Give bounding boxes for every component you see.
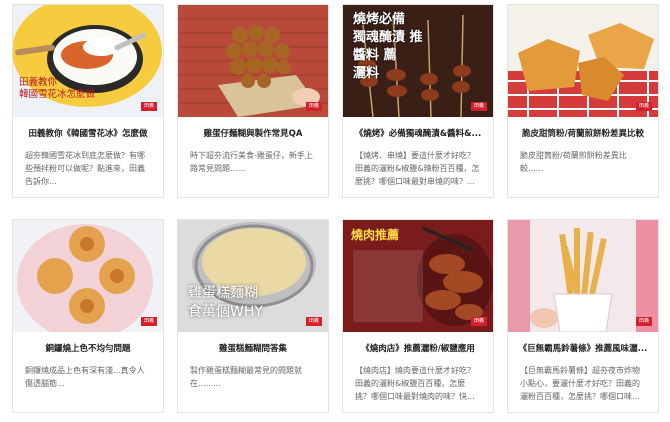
article-card[interactable]: 雞蛋糕麵糊 食萬個WHY 田義 雞蛋糕麵糊問答集 製作雞蛋糕麵糊最常見的問題就在…	[177, 219, 329, 413]
fries-cup-image[interactable]: 田義	[508, 220, 658, 332]
grilled-meat-image[interactable]: 燒肉推薦 田義	[343, 220, 493, 332]
article-title[interactable]: 雞蛋糕麵糊問答集	[178, 332, 328, 362]
article-excerpt: 銅鑼燒成品上色有深有淺...真令人傷透腦筋...	[25, 366, 145, 388]
article-title[interactable]: 雞蛋仔麵糊與製作常見QA	[178, 117, 328, 147]
brand-tag: 田義	[306, 102, 322, 111]
brand-tag: 田義	[471, 102, 487, 111]
article-excerpt: 【燒烤、串燒】要這什麼才好吃？田義的灑粉&椒鹽&辣粉百百種，怎麼挑？哪個口味最對…	[355, 151, 480, 186]
article-excerpt: 脆皮甜筒粉/荷蘭煎餅粉差異比較......	[520, 151, 627, 173]
thumbnail-caption: 田義教你 韓國雪花冰怎麼做	[19, 77, 96, 100]
article-title[interactable]: 田義教你《韓國雪花冰》怎麼做	[13, 117, 163, 147]
article-title[interactable]: 銅鑼燒上色不均勻問題	[13, 332, 163, 362]
article-title[interactable]: 《燒肉店》推薦灑粉/椒鹽應用	[343, 332, 493, 362]
article-excerpt: 超夯韓國雪花冰到底怎麼做？有哪些預拌粉可以做呢？點進來，田義告訴你...	[25, 151, 145, 186]
article-card[interactable]: 燒肉推薦 田義 《燒肉店》推薦灑粉/椒鹽應用 【燒肉店】燒肉要這什麼才好吃？田義…	[342, 219, 494, 413]
article-card[interactable]: 田義 雞蛋仔麵糊與製作常見QA 時下超夯流行美食-雞蛋仔，新手上路常見問題...…	[177, 4, 329, 198]
article-card[interactable]: 田義 脆皮甜筒粉/荷蘭煎餅粉差異比較 脆皮甜筒粉/荷蘭煎餅粉差異比較......	[507, 4, 659, 198]
article-title[interactable]: 《巨無霸馬鈴薯條》推薦風味灑...	[508, 332, 658, 362]
article-excerpt: 製作雞蛋糕麵糊最常見的問題就在.........	[190, 366, 302, 388]
egg-waffle-image[interactable]: 田義	[178, 5, 328, 117]
skewers-image[interactable]: 燒烤必備 獨魂醃漬 推 醬料 薦 灑料 田義	[343, 5, 493, 117]
brand-tag: 田義	[141, 102, 157, 111]
batter-bowl-image[interactable]: 雞蛋糕麵糊 食萬個WHY 田義	[178, 220, 328, 332]
article-excerpt: 【巨無霸馬鈴薯條】超夯夜市炸物小點心，要灑什麼才好吃？田義的灑粉百百種，怎麼挑？…	[520, 366, 640, 401]
article-title[interactable]: 脆皮甜筒粉/荷蘭煎餅粉差異比較	[508, 117, 658, 147]
dorayaki-image[interactable]: 田義	[13, 220, 163, 332]
article-grid: 田義教你 韓國雪花冰怎麼做 田義 田義教你《韓國雪花冰》怎麼做 超夯韓國雪花冰到…	[0, 0, 670, 422]
brand-tag: 田義	[636, 317, 652, 326]
brand-tag: 田義	[141, 317, 157, 326]
thumbnail-caption: 燒烤必備 獨魂醃漬 推 醬料 薦 灑料	[353, 12, 423, 81]
article-title[interactable]: 《燒烤》必備獨魂醃漬&醬料&...	[343, 117, 493, 147]
article-card[interactable]: 燒烤必備 獨魂醃漬 推 醬料 薦 灑料 田義 《燒烤》必備獨魂醃漬&醬料&...…	[342, 4, 494, 198]
article-card[interactable]: 田義教你 韓國雪花冰怎麼做 田義 田義教你《韓國雪花冰》怎麼做 超夯韓國雪花冰到…	[12, 4, 164, 198]
waffle-cone-image[interactable]: 田義	[508, 5, 658, 117]
brand-tag: 田義	[306, 317, 322, 326]
thumbnail-caption: 燒肉推薦	[351, 228, 400, 242]
article-excerpt: 時下超夯流行美食-雞蛋仔，新手上路常見問題......	[190, 151, 313, 173]
shaved-ice-image[interactable]: 田義教你 韓國雪花冰怎麼做 田義	[13, 5, 163, 117]
article-card[interactable]: 田義 《巨無霸馬鈴薯條》推薦風味灑... 【巨無霸馬鈴薯條】超夯夜市炸物小點心，…	[507, 219, 659, 413]
article-card[interactable]: 田義 銅鑼燒上色不均勻問題 銅鑼燒成品上色有深有淺...真令人傷透腦筋...	[12, 219, 164, 413]
article-excerpt: 【燒肉店】燒肉要這什麼才好吃？田義的灑粉&椒鹽百百種，怎麼挑？哪個口味最對燒肉的…	[355, 366, 475, 401]
brand-tag: 田義	[636, 102, 652, 111]
brand-tag: 田義	[471, 317, 487, 326]
